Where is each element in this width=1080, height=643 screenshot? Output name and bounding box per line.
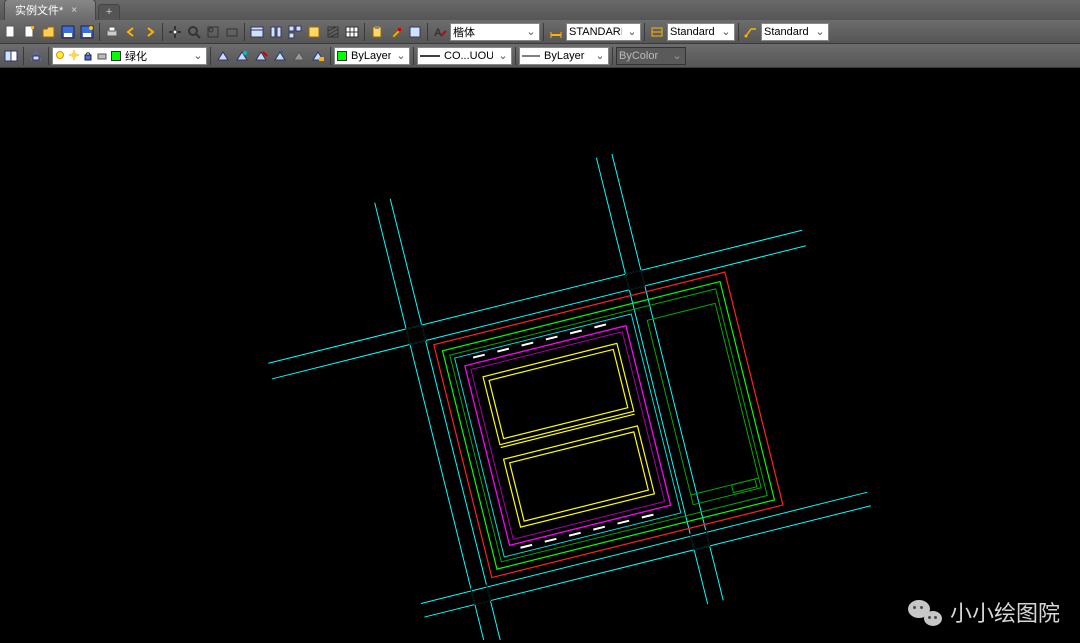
new-doc-button[interactable] [21, 23, 39, 41]
open-button[interactable] [40, 23, 58, 41]
linetype-value: CO...UOUS [444, 50, 493, 62]
toolbar-row-1: A 楷体 ⌄ STANDARI ⌄ Standard ⌄ Standard ⌄ [0, 20, 1080, 44]
layer-plot-icon [97, 50, 107, 62]
chevron-down-icon: ⌄ [720, 24, 732, 40]
undo-button[interactable] [122, 23, 140, 41]
document-tab-bar: 实例文件* × + [0, 0, 1080, 20]
hatch-button[interactable] [324, 23, 342, 41]
plotstyle-value: ByColor [619, 50, 667, 62]
text-style-value: STANDARI [569, 26, 622, 38]
lineweight-value: ByLayer [544, 50, 590, 62]
separator [162, 23, 163, 41]
lineweight-combo[interactable]: ByLayer ⌄ [519, 47, 609, 65]
separator [515, 47, 516, 65]
layer-color-swatch [111, 51, 121, 61]
pan-button[interactable] [166, 23, 184, 41]
layer-previous-button[interactable] [214, 47, 232, 65]
separator [244, 23, 245, 41]
separator [413, 47, 414, 65]
chevron-down-icon: ⌄ [814, 24, 826, 40]
svg-text:*: * [281, 50, 284, 57]
chevron-down-icon: ⌄ [626, 24, 638, 40]
dim-style-icon[interactable] [547, 23, 565, 41]
color-swatch [337, 51, 347, 61]
separator [612, 47, 613, 65]
separator [330, 47, 331, 65]
new-file-button[interactable] [2, 23, 20, 41]
layer-name: 绿化 [125, 48, 188, 64]
layer-states-button[interactable] [27, 47, 45, 65]
chevron-down-icon: ⌄ [594, 48, 606, 64]
mleader-style-icon[interactable] [742, 23, 760, 41]
layer-isolate-button[interactable] [233, 47, 251, 65]
design-center-button[interactable] [305, 23, 323, 41]
layer-off-button[interactable] [290, 47, 308, 65]
font-combo-value: 楷体 [453, 24, 521, 40]
separator [364, 23, 365, 41]
font-combo[interactable]: 楷体 ⌄ [450, 23, 540, 41]
separator [48, 47, 49, 65]
wechat-icon [908, 598, 942, 626]
paste-button[interactable] [368, 23, 386, 41]
print-button[interactable] [103, 23, 121, 41]
separator [23, 47, 24, 65]
tool-3-button[interactable] [286, 23, 304, 41]
new-tab-button[interactable]: + [98, 4, 120, 20]
block-button[interactable] [406, 23, 424, 41]
plotstyle-combo: ByColor ⌄ [616, 47, 686, 65]
chevron-down-icon: ⌄ [395, 48, 407, 64]
lineweight-preview-icon [522, 50, 540, 62]
separator [738, 23, 739, 41]
separator [99, 23, 100, 41]
chevron-down-icon: ⌄ [525, 24, 537, 40]
svg-text:A: A [434, 27, 442, 39]
cad-drawing [0, 68, 1080, 640]
separator [210, 47, 211, 65]
layer-combo[interactable]: 绿化 ⌄ [52, 47, 207, 65]
color-combo[interactable]: ByLayer ⌄ [334, 47, 410, 65]
separator [644, 23, 645, 41]
table-style-value: Standard [764, 26, 810, 38]
table-style-combo[interactable]: Standard ⌄ [761, 23, 829, 41]
separator [427, 23, 428, 41]
separator [543, 23, 544, 41]
tab-title: 实例文件* [15, 2, 63, 18]
linetype-combo[interactable]: CO...UOUS ⌄ [417, 47, 512, 65]
zoom-extents-button[interactable] [204, 23, 222, 41]
chevron-down-icon: ⌄ [497, 48, 509, 64]
drawing-canvas[interactable] [0, 68, 1080, 640]
dimension-icon[interactable] [648, 23, 666, 41]
layer-match-button[interactable] [309, 47, 327, 65]
table-button[interactable] [343, 23, 361, 41]
dim-style-combo[interactable]: Standard ⌄ [667, 23, 735, 41]
zoom-button[interactable] [185, 23, 203, 41]
layer-unisolate-button[interactable] [252, 47, 270, 65]
watermark: 小小绘图院 [908, 596, 1060, 628]
save-button[interactable] [59, 23, 77, 41]
watermark-text: 小小绘图院 [950, 596, 1060, 628]
text-style-icon[interactable]: A [431, 23, 449, 41]
close-icon[interactable]: × [71, 5, 77, 16]
active-document-tab[interactable]: 实例文件* × [4, 0, 96, 20]
layer-freeze-button[interactable]: * [271, 47, 289, 65]
color-value: ByLayer [351, 50, 391, 62]
zoom-window-button[interactable] [223, 23, 241, 41]
dim-style-value: Standard [670, 26, 716, 38]
tool-palette-button[interactable] [267, 23, 285, 41]
properties-button[interactable] [248, 23, 266, 41]
layer-sun-icon [69, 50, 79, 62]
redo-button[interactable] [141, 23, 159, 41]
linetype-preview-icon [420, 50, 440, 62]
layer-bulb-icon [55, 50, 65, 62]
layer-properties-button[interactable] [2, 47, 20, 65]
chevron-down-icon: ⌄ [192, 48, 204, 64]
save-as-button[interactable] [78, 23, 96, 41]
toolbar-row-2: 绿化 ⌄ * ByLayer ⌄ CO...UOUS ⌄ ByLayer ⌄ B… [0, 44, 1080, 68]
match-props-button[interactable] [387, 23, 405, 41]
chevron-down-icon: ⌄ [671, 48, 683, 64]
text-style-combo[interactable]: STANDARI ⌄ [566, 23, 641, 41]
layer-lock-icon [83, 50, 93, 62]
